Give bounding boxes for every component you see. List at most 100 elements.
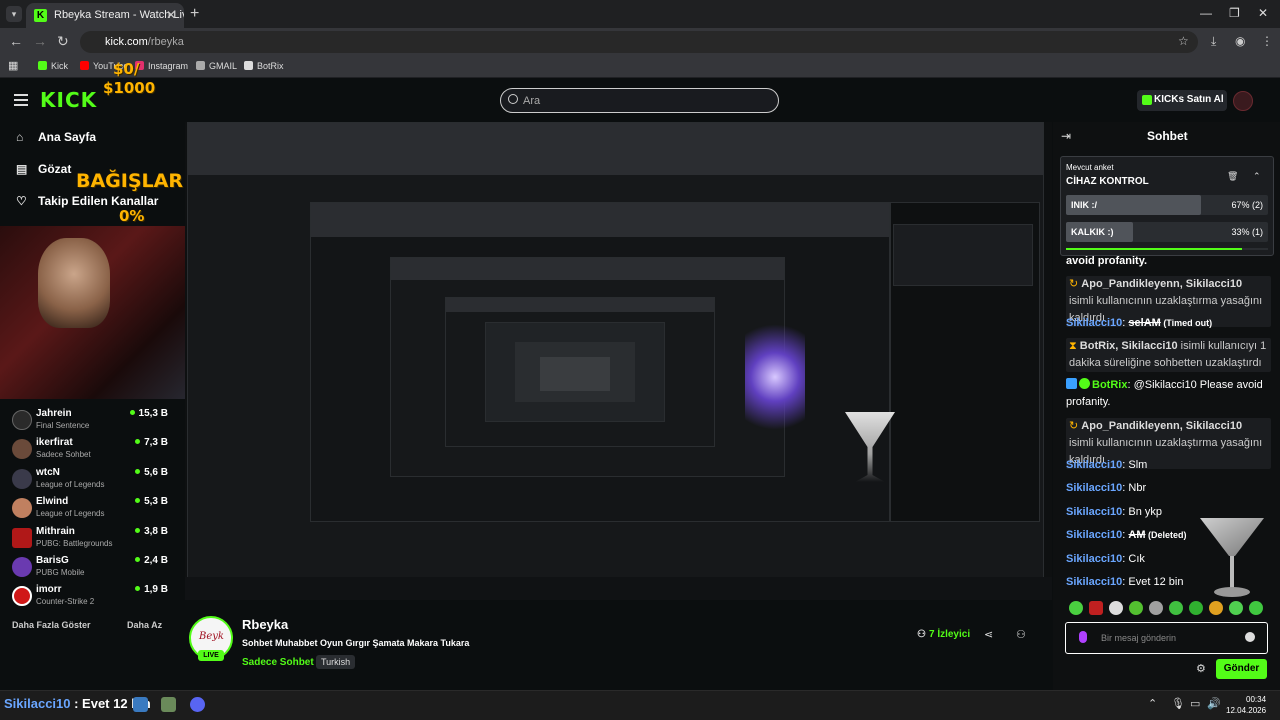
poll-option-1[interactable]: INIK :/ 67% (2) [1066, 195, 1268, 215]
channel-item-imorr[interactable]: imorr Counter-Strike 2 1,9 B [8, 584, 168, 612]
gear-icon[interactable]: ⚙ [1196, 662, 1206, 675]
unban-icon: ↻ [1069, 278, 1079, 290]
martini-glass-image [1200, 518, 1264, 597]
follow-icon[interactable]: ⚇ [1016, 628, 1026, 641]
bookmark-star-icon[interactable]: ☆ [1178, 34, 1189, 48]
channel-avatar [12, 557, 32, 577]
channel-item-jahrein[interactable]: Jahrein Final Sentence 15,3 B [8, 408, 168, 436]
channel-item-wtcn[interactable]: wtcN League of Legends 5,6 B [8, 467, 168, 495]
steam-icon[interactable] [133, 697, 148, 712]
streamer-image [38, 238, 110, 328]
emote-icon[interactable] [1169, 601, 1183, 615]
send-button[interactable]: Gönder [1216, 659, 1267, 679]
show-more-link[interactable]: Daha Fazla Göster [12, 620, 91, 630]
kick-icon [1142, 95, 1152, 105]
chat-message: Sikilacci10: Slm [1066, 459, 1148, 471]
bookmark-instagram[interactable]: Instagram [135, 61, 188, 71]
emote-icon[interactable] [1189, 601, 1203, 615]
live-badge: LIVE [198, 650, 224, 661]
chevron-up-icon[interactable]: ⌃ [1253, 171, 1261, 182]
microphone-icon[interactable]: 🎙 [1171, 697, 1185, 710]
forward-icon[interactable]: → [33, 33, 47, 49]
buy-kicks-button[interactable]: KICKs Satın Al [1137, 90, 1227, 111]
chat-message: Sikilacci10: selAM (Timed out) [1066, 317, 1213, 329]
kick-logo[interactable]: KICK [40, 88, 97, 112]
emote-bar [1066, 601, 1271, 617]
donation-goal: $1000 [103, 79, 156, 97]
search-placeholder: Ara [523, 95, 541, 107]
user-avatar[interactable] [1233, 91, 1253, 111]
poll-option-2[interactable]: KALKIK :) 33% (1) [1066, 222, 1268, 242]
channel-item-barisg[interactable]: BarisG PUBG Mobile 2,4 B [8, 555, 168, 583]
video-player[interactable] [185, 122, 1052, 600]
network-icon[interactable]: ▭ [1190, 697, 1200, 710]
emote-icon[interactable] [1129, 601, 1143, 615]
hamburger-menu-icon[interactable] [14, 94, 28, 106]
emoji-icon[interactable] [1245, 632, 1255, 642]
nav-home[interactable]: ⌂ Ana Sayfa [16, 130, 96, 144]
tab-close-icon[interactable]: ✕ [166, 8, 176, 22]
microphone-icon[interactable] [1079, 631, 1087, 643]
emote-icon[interactable] [1149, 601, 1163, 615]
poll-title: CİHAZ KONTROL [1066, 176, 1149, 187]
donations-label: BAĞIŞLAR [76, 170, 183, 192]
captured-lamp-image [745, 302, 805, 452]
heart-icon: ♡ [16, 194, 27, 208]
emote-icon[interactable] [1209, 601, 1223, 615]
captured-taskbar [185, 577, 1052, 600]
chat-collapse-icon[interactable]: ⇥ [1061, 129, 1071, 143]
channel-item-mithrain[interactable]: Mithrain PUBG: Battlegrounds 3,8 B [8, 526, 168, 554]
share-icon[interactable]: ⋖ [984, 628, 993, 641]
browser-menu-icon[interactable]: ⋮ [1261, 34, 1273, 48]
download-icon[interactable]: ⤓ [1211, 34, 1216, 49]
account-icon[interactable]: ◉ [1235, 34, 1245, 48]
bookmark-botrix[interactable]: BotRix [244, 61, 284, 71]
reload-icon[interactable]: ↻ [57, 33, 69, 50]
channel-avatar [12, 469, 32, 489]
emote-icon[interactable] [1089, 601, 1103, 615]
channel-item-elwind[interactable]: Elwind League of Legends 5,3 B [8, 496, 168, 524]
emote-icon[interactable] [1109, 601, 1123, 615]
tab-title: Rbeyka Stream - Watch Live on [54, 9, 184, 21]
captured-browser-chrome [391, 258, 784, 280]
channel-avatar [12, 439, 32, 459]
discord-icon[interactable] [190, 697, 205, 712]
new-tab-icon[interactable]: + [190, 5, 199, 23]
maximize-icon[interactable]: ❐ [1229, 6, 1240, 20]
search-icon [508, 94, 518, 104]
trash-icon[interactable]: 🗑 [1227, 171, 1238, 182]
browser-tab[interactable]: K Rbeyka Stream - Watch Live on ✕ [26, 3, 184, 28]
apps-grid-icon[interactable]: ▦ [8, 59, 18, 72]
url-field[interactable]: kick.com/rbeyka [80, 31, 1198, 53]
channel-item-ikerfirat[interactable]: ikerfirat Sadece Sohbet 7,3 B [8, 437, 168, 465]
hourglass-icon: ⧗ [1069, 340, 1077, 352]
verified-badge-icon [1079, 378, 1090, 389]
search-input[interactable]: Ara [500, 88, 779, 113]
minimize-icon[interactable]: — [1200, 6, 1212, 20]
emote-icon[interactable] [1069, 601, 1083, 615]
poll-progress-bar [1066, 248, 1268, 250]
show-less-link[interactable]: Daha Az [127, 620, 162, 630]
url-host: kick.com [105, 36, 148, 48]
stream-category[interactable]: Sadece Sohbet [242, 657, 314, 668]
system-clock[interactable]: 00:34 12.04.2026 [1226, 694, 1266, 716]
chat-message: BotRix: @Sikilacci10 Please avoid profan… [1066, 378, 1263, 408]
tray-chevron-icon[interactable]: ⌃ [1148, 697, 1157, 710]
captured-browser-chrome [311, 203, 889, 237]
volume-icon[interactable]: 🔊 [1207, 697, 1221, 710]
emote-icon[interactable] [1249, 601, 1263, 615]
nav-browse[interactable]: ▤ Gözat [16, 162, 71, 176]
back-icon[interactable]: ← [9, 33, 23, 49]
bookmark-kick[interactable]: Kick [38, 61, 68, 71]
captured-screen-7 [539, 356, 611, 392]
stream-tag[interactable]: Turkish [316, 655, 356, 669]
channel-name[interactable]: Rbeyka [242, 617, 288, 632]
tab-list-button[interactable]: ▾ [6, 6, 22, 22]
donation-amount: $0/ [113, 60, 140, 78]
close-window-icon[interactable]: ✕ [1258, 6, 1268, 20]
bookmark-gmail[interactable]: GMAIL [196, 61, 237, 71]
nav-following[interactable]: ♡ Takip Edilen Kanallar [16, 194, 158, 208]
app-icon[interactable] [161, 697, 176, 712]
chat-input[interactable]: Bir mesaj gönderin [1065, 622, 1268, 654]
emote-icon[interactable] [1229, 601, 1243, 615]
